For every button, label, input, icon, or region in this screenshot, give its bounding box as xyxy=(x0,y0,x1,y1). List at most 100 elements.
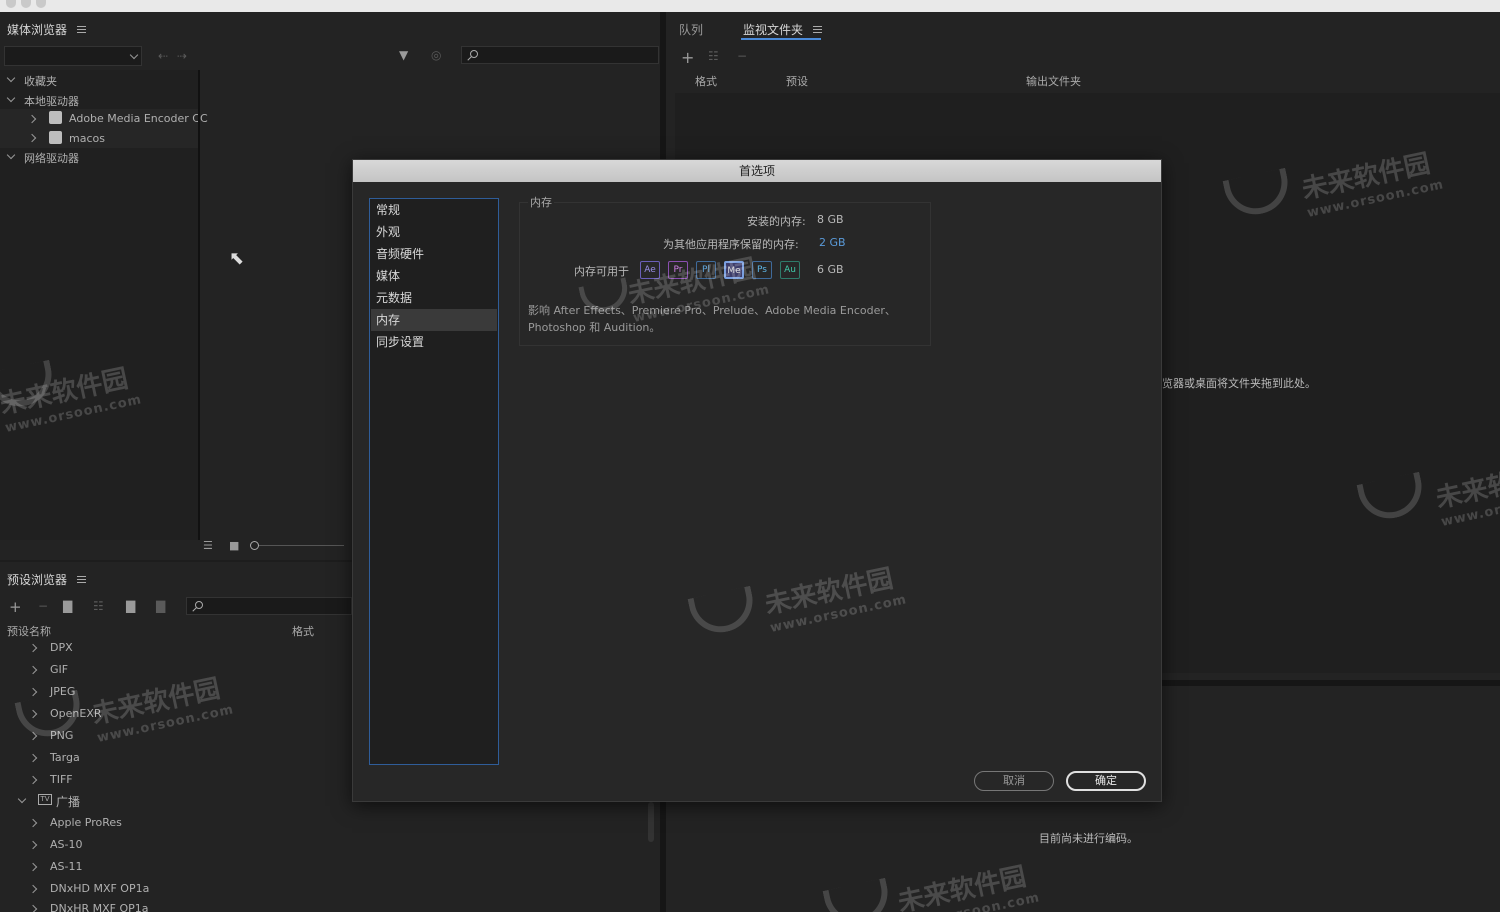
location-dropdown[interactable] xyxy=(4,46,142,66)
dialog-title[interactable]: 首选项 xyxy=(353,160,1161,182)
preset-item[interactable]: DNxHD MXF OP1a xyxy=(50,882,149,895)
preset-browser-title: 预设浏览器 xyxy=(7,573,68,587)
col-preset[interactable]: 预设 xyxy=(786,73,808,89)
chevron-right-icon[interactable] xyxy=(28,775,38,785)
tree-local-drives[interactable]: 本地驱动器 xyxy=(24,93,79,109)
ok-button[interactable]: 确定 xyxy=(1066,771,1146,791)
chevron-down-icon[interactable] xyxy=(6,73,16,83)
chevron-right-icon[interactable] xyxy=(28,840,38,850)
preset-item[interactable]: OpenEXR xyxy=(50,707,102,720)
drive-icon xyxy=(49,111,62,124)
tab-watch-folders[interactable]: 监视文件夹 xyxy=(743,21,803,38)
tree-drive-ame[interactable]: Adobe Media Encoder CC xyxy=(69,112,208,125)
category-sync-settings[interactable]: 同步设置 xyxy=(371,331,497,353)
preset-item[interactable]: AS-10 xyxy=(50,838,82,851)
preset-item[interactable]: PNG xyxy=(50,729,73,742)
app-photoshop-icon: Ps xyxy=(752,261,772,279)
panel-menu-icon[interactable] xyxy=(77,576,86,583)
zoom-slider-track[interactable] xyxy=(258,545,344,546)
reserved-memory-value[interactable]: 2 GB xyxy=(819,236,846,249)
panel-menu-icon[interactable] xyxy=(77,26,86,33)
chevron-right-icon[interactable] xyxy=(28,665,38,675)
export-preset-icon[interactable]: ▇ xyxy=(156,600,165,612)
drive-icon xyxy=(49,131,62,144)
tree-favorites[interactable]: 收藏夹 xyxy=(24,73,57,89)
tree-drive-macos[interactable]: macos xyxy=(69,132,105,145)
chevron-right-icon[interactable] xyxy=(28,818,38,828)
preset-search-input[interactable] xyxy=(186,597,352,615)
col-format[interactable]: 格式 xyxy=(695,73,717,89)
zoom-window-button[interactable] xyxy=(36,0,46,8)
scrollbar-thumb[interactable] xyxy=(648,802,654,842)
preset-item[interactable]: DNxHR MXF OP1a xyxy=(50,902,149,912)
col-format[interactable]: 格式 xyxy=(292,623,314,639)
forward-arrow-icon[interactable]: ⇢ xyxy=(177,50,187,62)
chevron-right-icon[interactable] xyxy=(28,904,38,912)
zoom-slider-knob[interactable] xyxy=(250,541,259,550)
preset-item[interactable]: DPX xyxy=(50,641,73,654)
chevron-right-icon[interactable] xyxy=(28,687,38,697)
preset-item[interactable]: Apple ProRes xyxy=(50,816,122,829)
memory-group-title: 内存 xyxy=(528,194,554,210)
chevron-right-icon[interactable] xyxy=(28,862,38,872)
back-arrow-icon[interactable]: ⇠ xyxy=(158,50,168,62)
chevron-right-icon[interactable] xyxy=(28,643,38,653)
chevron-down-icon xyxy=(129,50,139,60)
chevron-right-icon[interactable] xyxy=(28,731,38,741)
watermark: 未来软件园www.orsoon.com xyxy=(762,563,909,636)
app-audition-icon: Au xyxy=(780,261,800,279)
watermark-logo xyxy=(687,585,759,639)
chevron-down-icon[interactable] xyxy=(17,794,27,804)
mouse-cursor-icon: ⬉ xyxy=(229,248,245,269)
preset-item[interactable]: Targa xyxy=(50,751,80,764)
col-output-folder[interactable]: 输出文件夹 xyxy=(1026,73,1081,89)
category-media[interactable]: 媒体 xyxy=(371,265,497,287)
col-preset-name[interactable]: 预设名称 xyxy=(7,623,51,639)
chevron-right-icon[interactable] xyxy=(28,753,38,763)
preset-settings-icon[interactable]: ☷ xyxy=(93,600,104,612)
preset-item[interactable]: JPEG xyxy=(50,685,75,698)
preset-item[interactable]: GIF xyxy=(50,663,68,676)
chevron-down-icon[interactable] xyxy=(6,93,16,103)
category-metadata[interactable]: 元数据 xyxy=(371,287,497,309)
category-general[interactable]: 常规 xyxy=(371,199,497,221)
category-memory[interactable]: 内存 xyxy=(371,309,497,331)
minimize-window-button[interactable] xyxy=(21,0,31,8)
panel-menu-icon[interactable] xyxy=(813,26,822,33)
folder-settings-icon[interactable]: ☷ xyxy=(708,50,719,62)
category-audio-hardware[interactable]: 音频硬件 xyxy=(371,243,497,265)
list-view-icon[interactable]: ☰ xyxy=(203,540,213,551)
add-folder-icon[interactable]: + xyxy=(681,50,694,66)
drop-hint-text: 览器或桌面将文件夹拖到此处。 xyxy=(1162,377,1316,390)
close-window-button[interactable] xyxy=(6,0,16,8)
chevron-right-icon[interactable] xyxy=(28,884,38,894)
preset-item[interactable]: TIFF xyxy=(50,773,73,786)
add-preset-icon[interactable]: + xyxy=(9,600,22,615)
chevron-down-icon[interactable] xyxy=(6,150,16,160)
installed-memory-label: 安装的内存: xyxy=(747,215,806,228)
chevron-right-icon[interactable] xyxy=(28,709,38,719)
tab-queue[interactable]: 队列 xyxy=(679,21,703,38)
filter-icon[interactable]: ▼ xyxy=(399,49,408,61)
encoding-status-text: 目前尚未进行编码。 xyxy=(1039,832,1138,845)
window-top-bar xyxy=(0,0,1500,12)
new-group-icon[interactable]: ▇ xyxy=(63,600,72,612)
available-memory-label: 内存可用于 xyxy=(574,265,629,278)
available-memory-value: 6 GB xyxy=(817,263,844,276)
cancel-button[interactable]: 取消 xyxy=(974,771,1054,791)
preset-group-broadcast[interactable]: 广播 xyxy=(56,793,80,810)
remove-preset-icon[interactable]: − xyxy=(38,600,48,612)
import-preset-icon[interactable]: ▇ xyxy=(126,600,135,612)
remove-folder-icon[interactable]: − xyxy=(737,50,747,62)
app-premiere-icon: Pr xyxy=(668,261,688,279)
search-icon xyxy=(470,50,478,58)
media-search-input[interactable] xyxy=(461,46,659,64)
preset-item[interactable]: AS-11 xyxy=(50,860,82,873)
thumbnail-view-icon[interactable]: ■ xyxy=(229,540,239,551)
app-media-encoder-icon: Me xyxy=(724,261,744,279)
refresh-icon[interactable]: ◎ xyxy=(431,49,441,61)
tree-network-drives[interactable]: 网络驱动器 xyxy=(24,150,79,166)
reserved-memory-label: 为其他应用程序保留的内存: xyxy=(663,238,799,251)
category-appearance[interactable]: 外观 xyxy=(371,221,497,243)
pane-divider[interactable] xyxy=(198,70,200,540)
